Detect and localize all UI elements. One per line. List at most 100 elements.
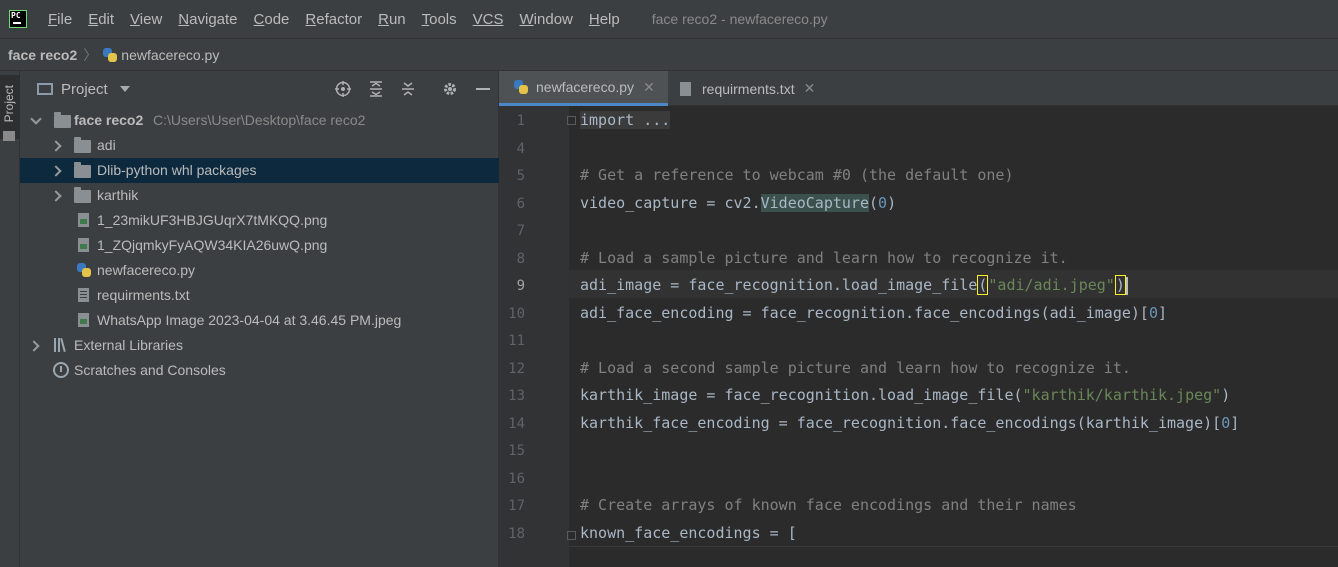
code-text: known_face_encodings = [ <box>580 524 797 542</box>
project-tool-tab-label: Project <box>2 85 16 123</box>
tree-row-root[interactable]: face reco2 C:\Users\User\Desktop\face re… <box>20 108 499 133</box>
line-number: 4 <box>516 141 525 157</box>
tree-row-python[interactable]: newfacereco.py <box>20 258 499 283</box>
menu-file[interactable]: File <box>40 11 80 28</box>
close-icon[interactable]: ✕ <box>804 80 816 97</box>
breadcrumb-project[interactable]: face reco2 <box>8 47 77 63</box>
menu-navigate[interactable]: Navigate <box>170 11 245 28</box>
code-text: ( <box>869 194 879 212</box>
code-line-12[interactable]: # Load a second sample picture and learn… <box>580 359 1131 377</box>
menu-code-label: ode <box>264 10 290 28</box>
tab-label: newfacereco.py <box>536 79 635 95</box>
breadcrumb-separator-icon: 〉 <box>83 46 98 63</box>
menu-vcs-mnemonic: VCS <box>472 10 504 28</box>
code-line-8[interactable]: # Load a sample picture and learn how to… <box>580 249 1068 267</box>
code-brace-match: ( <box>977 275 989 295</box>
menu-tools[interactable]: Tools <box>414 11 465 28</box>
code-line-5[interactable]: # Get a reference to webcam #0 (the defa… <box>580 166 1013 184</box>
tree-label: requirments.txt <box>97 287 190 303</box>
project-tool-tab[interactable]: Project <box>0 75 20 139</box>
code-line-18[interactable]: known_face_encodings = [ <box>580 524 797 542</box>
folded-imports[interactable]: import ... <box>580 111 671 129</box>
menu-refactor-mnemonic: R <box>305 10 317 28</box>
tree-row-dlib[interactable]: Dlib-python whl packages <box>20 158 499 183</box>
tree-label: 1_23mikUF3HBJGUqrX7tMKQQ.png <box>97 212 328 228</box>
line-number: 10 <box>508 306 525 322</box>
menu-refactor[interactable]: Refactor <box>297 11 370 28</box>
locate-file-icon[interactable] <box>335 81 351 97</box>
code-text: karthik_face_encoding = face_recognition… <box>580 414 1222 432</box>
tree-path: C:\Users\User\Desktop\face reco2 <box>153 112 366 128</box>
breadcrumb-file[interactable]: newfacereco.py <box>121 47 219 63</box>
line-number: 7 <box>516 223 525 239</box>
menu-run[interactable]: Run <box>370 11 414 28</box>
menu-code-mnemonic: C <box>253 10 265 28</box>
tree-row-adi[interactable]: adi <box>20 133 499 158</box>
tree-row-karthik[interactable]: karthik <box>20 183 499 208</box>
menu-code[interactable]: Code <box>246 11 298 28</box>
code-line-9[interactable]: adi_image = face_recognition.load_image_… <box>580 275 1128 295</box>
code-string: "karthik/karthik.jpeg" <box>1022 386 1222 404</box>
python-file-icon <box>77 263 91 277</box>
expand-all-icon[interactable] <box>368 81 384 97</box>
code-number: 0 <box>878 194 888 212</box>
project-panel-title[interactable]: Project <box>61 81 108 98</box>
code-text: adi_image = face_recognition.load_image_… <box>580 276 978 294</box>
line-number: 5 <box>516 168 525 184</box>
line-number: 12 <box>508 361 525 377</box>
code-line-17[interactable]: # Create arrays of known face encodings … <box>580 496 1077 514</box>
line-number: 8 <box>516 251 525 267</box>
tree-row-image-3[interactable]: WhatsApp Image 2023-04-04 at 3.46.45 PM.… <box>20 308 499 333</box>
folder-icon <box>74 162 91 178</box>
code-line-6[interactable]: video_capture = cv2.VideoCapture(0) <box>580 194 896 212</box>
tree-row-scratches[interactable]: Scratches and Consoles <box>20 358 499 383</box>
chevron-right-icon[interactable] <box>28 340 40 352</box>
code-line-14[interactable]: karthik_face_encoding = face_recognition… <box>580 414 1239 432</box>
menu-file-mnemonic: F <box>48 10 58 28</box>
menu-refactor-label: efactor <box>316 10 363 28</box>
tree-row-image-2[interactable]: 1_ZQjqmkyFyAQW34KIA26uwQ.png <box>20 233 499 258</box>
tab-newfacereco[interactable]: newfacereco.py ✕ <box>499 71 668 106</box>
folder-tool-icon[interactable] <box>3 131 15 141</box>
menu-vcs[interactable]: VCS <box>465 11 512 28</box>
chevron-right-icon[interactable] <box>50 190 62 202</box>
minimize-icon[interactable] <box>475 81 491 97</box>
chevron-right-icon[interactable] <box>50 140 62 152</box>
tree-row-image-1[interactable]: 1_23mikUF3HBJGUqrX7tMKQQ.png <box>20 208 499 233</box>
chevron-down-icon[interactable] <box>30 113 42 125</box>
scratches-icon <box>53 362 69 378</box>
tree-label: face reco2 <box>74 112 144 128</box>
menu-view-label: iew <box>139 10 163 28</box>
chevron-down-icon[interactable] <box>119 86 130 92</box>
menu-window[interactable]: Window <box>512 11 581 28</box>
project-panel-header: Project <box>20 71 498 107</box>
code-text: ] <box>1157 304 1168 322</box>
code-line-10[interactable]: adi_face_encoding = face_recognition.fac… <box>580 304 1167 322</box>
fold-toggle-icon[interactable] <box>567 531 576 540</box>
pycharm-logo-icon[interactable]: PC <box>9 10 27 28</box>
menu-help[interactable]: Help <box>581 11 628 28</box>
menu-run-mnemonic: R <box>378 10 389 28</box>
gear-icon[interactable] <box>442 81 458 97</box>
menu-bar: PC File Edit View Navigate Code Refactor… <box>0 0 1338 38</box>
menu-edit-mnemonic: E <box>88 10 99 28</box>
code-text: ) <box>1221 386 1231 404</box>
fold-toggle-icon[interactable] <box>567 116 576 125</box>
menu-edit[interactable]: Edit <box>80 11 122 28</box>
collapse-all-icon[interactable] <box>400 81 416 97</box>
text-file-icon <box>680 81 691 96</box>
code-line-1[interactable]: import ... <box>580 111 671 129</box>
code-line-13[interactable]: karthik_image = face_recognition.load_im… <box>580 386 1230 404</box>
tree-row-external-libraries[interactable]: External Libraries <box>20 333 499 358</box>
tab-requirments[interactable]: requirments.txt ✕ <box>668 71 838 106</box>
tree-row-text[interactable]: requirments.txt <box>20 283 499 308</box>
line-number: 18 <box>508 526 525 542</box>
menu-window-label: indow <box>533 10 573 28</box>
image-file-icon <box>78 213 89 227</box>
close-icon[interactable]: ✕ <box>643 79 655 96</box>
menu-view[interactable]: View <box>122 11 170 28</box>
chevron-right-icon[interactable] <box>50 165 62 177</box>
line-number: 16 <box>508 471 525 487</box>
menu-tools-label: ools <box>429 10 457 28</box>
horizontal-scrollbar[interactable] <box>569 546 1338 547</box>
